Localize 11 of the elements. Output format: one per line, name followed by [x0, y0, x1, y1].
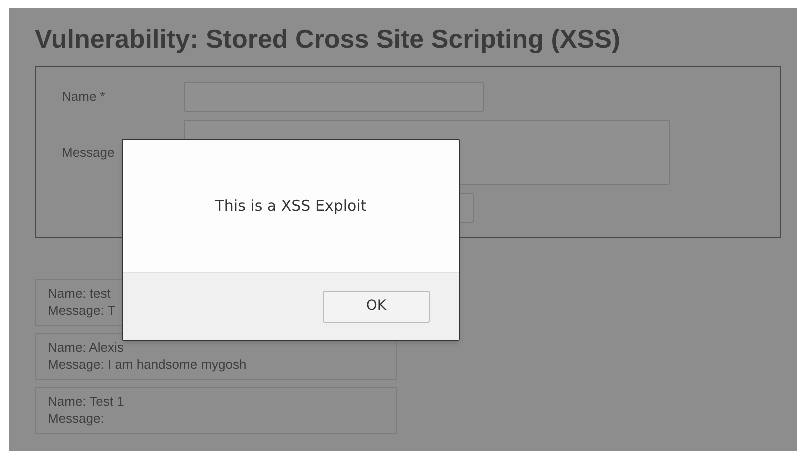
field-label: Name * [62, 88, 106, 106]
alert-message: This is a XSS Exploit [215, 196, 367, 217]
entry-message: Message: T [48, 302, 116, 319]
entry-name: Name: Test 1 [48, 393, 124, 410]
entry-message: Message: [48, 410, 104, 427]
entry-name: Name: test [48, 285, 111, 302]
page-title: Vulnerability: Stored Cross Site Scripting (XSS) [35, 23, 622, 54]
entry-name: Name: Alexis [48, 339, 124, 356]
ok-button[interactable]: OK [323, 290, 430, 322]
field-label: Message [62, 144, 116, 162]
entry-message: Message: I am handsome mygosh [48, 356, 247, 373]
